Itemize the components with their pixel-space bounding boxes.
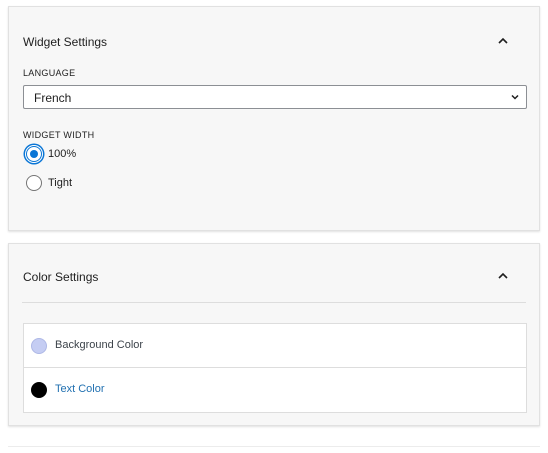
background-color-swatch — [31, 338, 47, 354]
chevron-up-icon[interactable] — [497, 271, 509, 281]
widget-settings-header[interactable]: Widget Settings — [23, 32, 525, 52]
radio-tight-label: Tight — [48, 177, 73, 189]
chevron-down-icon — [511, 94, 519, 100]
radio-100-checked[interactable] — [26, 146, 42, 162]
widget-settings-panel: Widget Settings LANGUAGE French WIDGET W… — [8, 6, 540, 231]
divider — [8, 446, 540, 447]
radio-tight[interactable] — [26, 175, 42, 191]
text-color-swatch — [31, 382, 47, 398]
widget-width-label: WIDGET WIDTH — [23, 130, 95, 140]
divider — [22, 302, 526, 303]
chevron-up-icon[interactable] — [497, 36, 509, 46]
radio-100-label: 100% — [48, 148, 77, 160]
background-color-item[interactable]: Background Color — [24, 324, 526, 368]
color-list: Background Color Text Color — [23, 323, 527, 413]
background-color-label: Background Color — [55, 339, 144, 351]
widget-settings-title: Widget Settings — [23, 35, 108, 49]
language-select[interactable]: French — [23, 85, 527, 109]
color-settings-title: Color Settings — [23, 270, 99, 284]
text-color-label: Text Color — [55, 383, 105, 395]
color-settings-header[interactable]: Color Settings — [23, 267, 525, 287]
language-label: LANGUAGE — [23, 68, 76, 78]
language-select-value: French — [34, 91, 72, 105]
color-settings-panel: Color Settings Background Color Text Col… — [8, 243, 540, 426]
text-color-item[interactable]: Text Color — [24, 368, 526, 412]
